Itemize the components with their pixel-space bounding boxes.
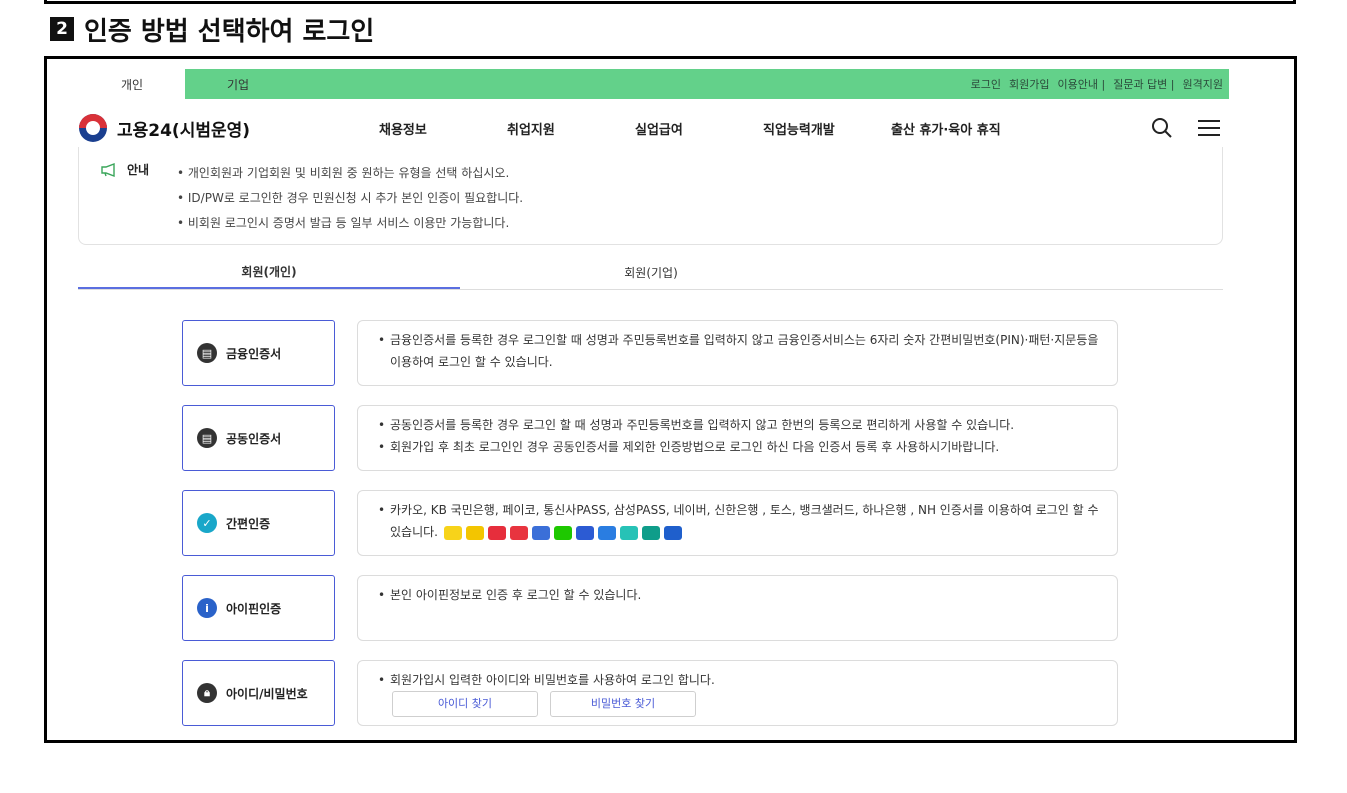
notice-label: 안내 bbox=[127, 163, 150, 177]
megaphone-icon bbox=[101, 162, 115, 177]
find-id-button[interactable]: 아이디 찾기 bbox=[392, 691, 538, 717]
method-description: 카카오, KB 국민은행, 페이코, 통신사PASS, 삼성PASS, 네이버,… bbox=[357, 490, 1118, 556]
nav-item-parental-leave[interactable]: 출산 휴가·육아 휴직 bbox=[891, 119, 1041, 138]
login-method-row: ▤ 공동인증서 공동인증서를 등록한 경우 로그인 할 때 성명과 주민등록번호… bbox=[182, 405, 1119, 471]
description-line: 회원가입시 입력한 아이디와 비밀번호를 사용하여 로그인 합니다. bbox=[378, 669, 1101, 691]
step-number: 2 bbox=[50, 17, 74, 41]
description-line: 본인 아이핀정보로 인증 후 로그인 할 수 있습니다. bbox=[378, 584, 1101, 606]
qna-link[interactable]: 질문과 답변 | bbox=[1113, 76, 1174, 92]
search-icon[interactable] bbox=[1151, 117, 1173, 139]
tab-member-personal[interactable]: 회원(개인) bbox=[78, 256, 460, 289]
auth-provider-logo-icon bbox=[465, 525, 484, 540]
login-method-row: 🔒︎ 아이디/비밀번호 회원가입시 입력한 아이디와 비밀번호를 사용하여 로그… bbox=[182, 660, 1119, 726]
find-password-button[interactable]: 비밀번호 찾기 bbox=[550, 691, 696, 717]
financial-certificate-button[interactable]: ▤ 금융인증서 bbox=[182, 320, 335, 386]
certificate-icon: ▤ bbox=[197, 428, 217, 448]
description-line: 공동인증서를 등록한 경우 로그인 할 때 성명과 주민등록번호를 입력하지 않… bbox=[378, 414, 1101, 436]
method-description: 금융인증서를 등록한 경우 로그인할 때 성명과 주민등록번호를 입력하지 않고… bbox=[357, 320, 1118, 386]
info-icon: i bbox=[197, 598, 217, 618]
description-line: 회원가입 후 최초 로그인인 경우 공동인증서를 제외한 인증방법으로 로그인 … bbox=[378, 436, 1101, 458]
menu-icon[interactable] bbox=[1197, 118, 1221, 138]
step-heading: 2 인증 방법 선택하여 로그인 bbox=[50, 12, 375, 47]
joint-certificate-button[interactable]: ▤ 공동인증서 bbox=[182, 405, 335, 471]
auth-provider-logo-icon bbox=[487, 525, 506, 540]
ipin-auth-button[interactable]: i 아이핀인증 bbox=[182, 575, 335, 641]
method-label: 아이핀인증 bbox=[226, 601, 282, 616]
auth-provider-logo-icon bbox=[553, 525, 572, 540]
tab-personal[interactable]: 개인 bbox=[79, 69, 185, 99]
auth-provider-logo-icon bbox=[619, 525, 638, 540]
method-label: 아이디/비밀번호 bbox=[226, 686, 308, 701]
nav-item-employment-support[interactable]: 취업지원 bbox=[507, 119, 635, 138]
guide-link[interactable]: 이용안내 | bbox=[1058, 76, 1106, 92]
method-label: 간편인증 bbox=[226, 516, 271, 531]
auth-provider-logo-icon bbox=[443, 525, 462, 540]
site-logo[interactable]: 고용24(시범운영) bbox=[79, 114, 379, 142]
utility-links: 로그인 회원가입 이용안내 | 질문과 답변 | 원격지원 bbox=[971, 76, 1229, 92]
tab-member-business[interactable]: 회원(기업) bbox=[460, 256, 842, 289]
remote-support-link[interactable]: 원격지원 bbox=[1183, 76, 1223, 92]
description-line: 카카오, KB 국민은행, 페이코, 통신사PASS, 삼성PASS, 네이버,… bbox=[378, 499, 1101, 543]
notice-item: • 개인회원과 기업회원 및 비회원 중 원하는 유형을 선택 하십시오. bbox=[177, 166, 510, 180]
tab-business[interactable]: 기업 bbox=[185, 69, 291, 99]
step-title-text: 인증 방법 선택하여 로그인 bbox=[84, 16, 375, 47]
signup-link[interactable]: 회원가입 bbox=[1009, 76, 1049, 92]
notice-item: • 비회원 로그인시 증명서 발급 등 일부 서비스 이용만 가능합니다. bbox=[177, 216, 510, 230]
simple-auth-button[interactable]: ✓ 간편인증 bbox=[182, 490, 335, 556]
id-password-button[interactable]: 🔒︎ 아이디/비밀번호 bbox=[182, 660, 335, 726]
login-link[interactable]: 로그인 bbox=[971, 76, 1001, 92]
main-nav: 채용정보 취업지원 실업급여 직업능력개발 출산 휴가·육아 휴직 bbox=[379, 119, 1041, 138]
auth-provider-logo-icon bbox=[575, 525, 594, 540]
auth-provider-logo-icon bbox=[597, 525, 616, 540]
lock-icon: 🔒︎ bbox=[197, 683, 217, 703]
top-utility-bar: 개인 기업 로그인 회원가입 이용안내 | 질문과 답변 | 원격지원 bbox=[79, 69, 1229, 99]
member-type-tabs: 회원(개인) 회원(기업) bbox=[78, 256, 1223, 290]
auth-provider-icons bbox=[443, 525, 682, 540]
method-label: 금융인증서 bbox=[226, 346, 282, 361]
notice-heading: 안내 bbox=[101, 161, 149, 178]
logo-text: 고용24(시범운영) bbox=[117, 120, 251, 141]
login-method-row: i 아이핀인증 본인 아이핀정보로 인증 후 로그인 할 수 있습니다. bbox=[182, 575, 1119, 641]
notice-list: • 개인회원과 기업회원 및 비회원 중 원하는 유형을 선택 하십시오. • … bbox=[177, 161, 523, 236]
method-label: 공동인증서 bbox=[226, 431, 282, 446]
auth-provider-logo-icon bbox=[509, 525, 528, 540]
check-shield-icon: ✓ bbox=[197, 513, 217, 533]
description-line: 금융인증서를 등록한 경우 로그인할 때 성명과 주민등록번호를 입력하지 않고… bbox=[378, 329, 1101, 373]
login-method-row: ✓ 간편인증 카카오, KB 국민은행, 페이코, 통신사PASS, 삼성PAS… bbox=[182, 490, 1119, 556]
certificate-icon: ▤ bbox=[197, 343, 217, 363]
government-emblem-icon bbox=[79, 114, 107, 142]
auth-provider-logo-icon bbox=[531, 525, 550, 540]
login-method-row: ▤ 금융인증서 금융인증서를 등록한 경우 로그인할 때 성명과 주민등록번호를… bbox=[182, 320, 1119, 386]
auth-provider-logo-icon bbox=[641, 525, 660, 540]
notice-box: 안내 • 개인회원과 기업회원 및 비회원 중 원하는 유형을 선택 하십시오.… bbox=[78, 147, 1223, 245]
notice-item: • ID/PW로 로그인한 경우 민원신청 시 추가 본인 인증이 필요합니다. bbox=[177, 191, 524, 205]
method-description: 본인 아이핀정보로 인증 후 로그인 할 수 있습니다. bbox=[357, 575, 1118, 641]
top-border bbox=[44, 0, 1296, 4]
screenshot-frame: 개인 기업 로그인 회원가입 이용안내 | 질문과 답변 | 원격지원 고용24… bbox=[44, 56, 1297, 743]
auth-provider-logo-icon bbox=[663, 525, 682, 540]
nav-item-unemployment-benefit[interactable]: 실업급여 bbox=[635, 119, 763, 138]
method-description: 회원가입시 입력한 아이디와 비밀번호를 사용하여 로그인 합니다. 아이디 찾… bbox=[357, 660, 1118, 726]
method-description: 공동인증서를 등록한 경우 로그인 할 때 성명과 주민등록번호를 입력하지 않… bbox=[357, 405, 1118, 471]
nav-item-jobs[interactable]: 채용정보 bbox=[379, 119, 507, 138]
nav-item-vocational-training[interactable]: 직업능력개발 bbox=[763, 119, 891, 138]
